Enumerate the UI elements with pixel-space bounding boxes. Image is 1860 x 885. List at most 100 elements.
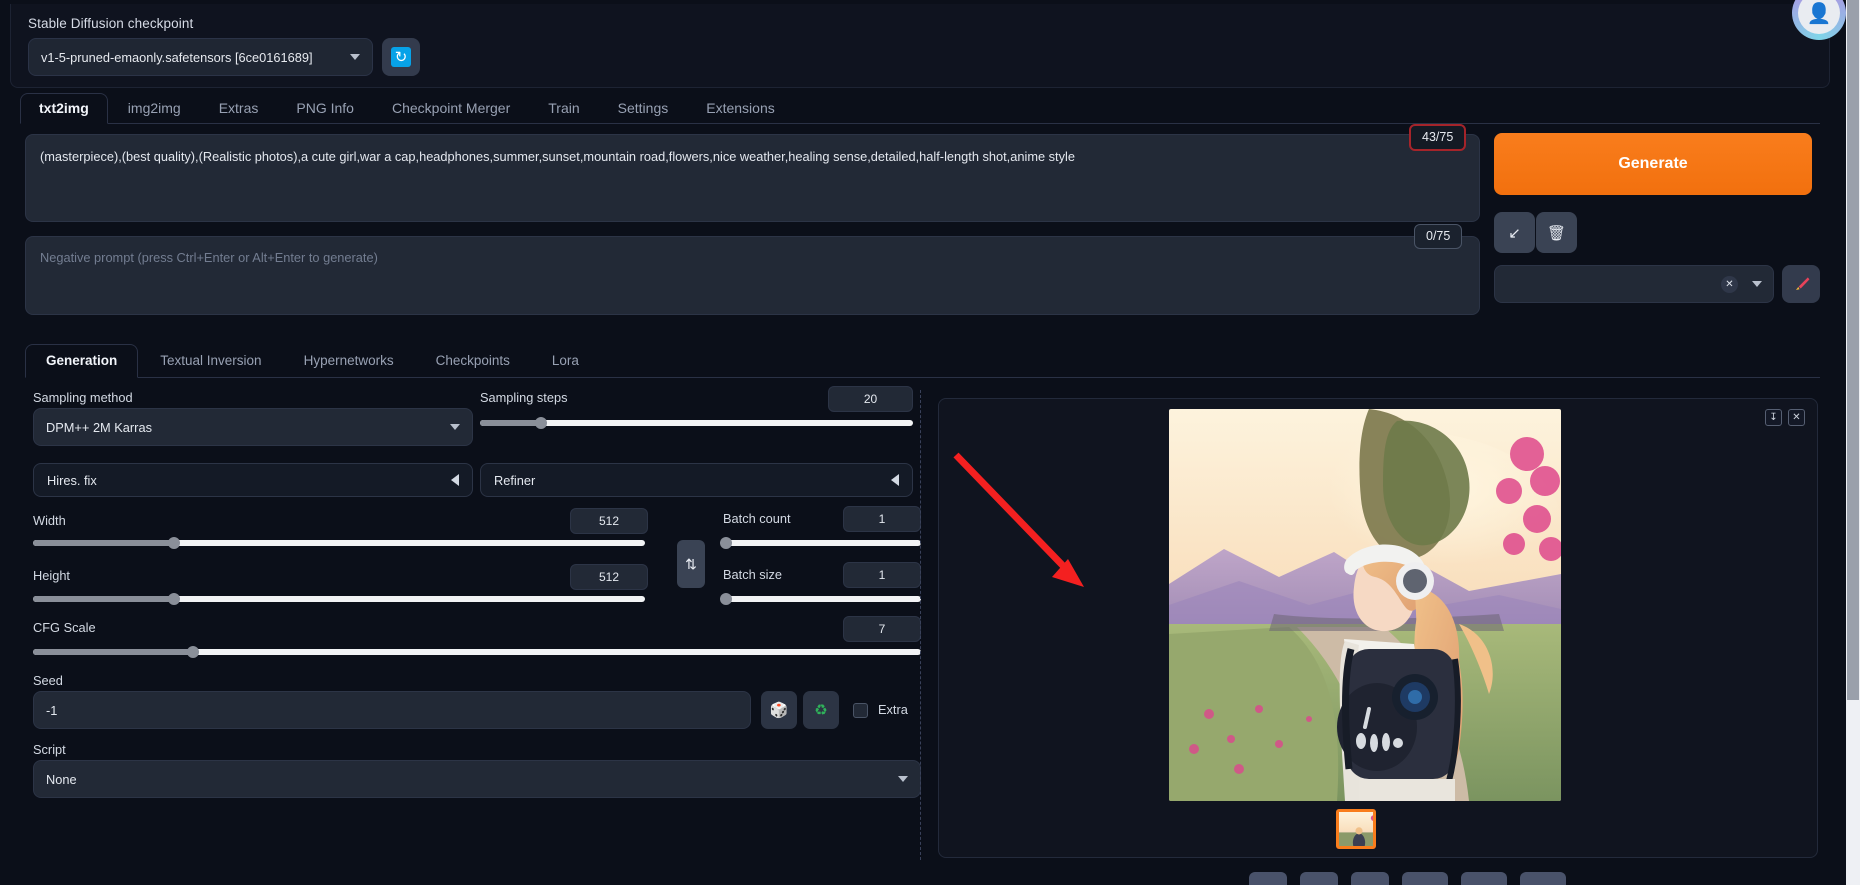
width-value[interactable]: 512: [570, 508, 648, 534]
swap-dimensions-icon: ⇅: [685, 555, 697, 572]
height-slider[interactable]: [33, 593, 645, 605]
hires-fix-label: Hires. fix: [47, 472, 97, 488]
sampling-method-select[interactable]: DPM++ 2M Karras: [33, 408, 473, 446]
styles-select[interactable]: ✕: [1494, 265, 1774, 303]
zip-button[interactable]: [1351, 872, 1389, 885]
seed-label: Seed: [33, 673, 63, 688]
tab-extensions[interactable]: Extensions: [688, 94, 792, 123]
arrow-down-left-icon: ↙: [1508, 224, 1521, 242]
tab-extras[interactable]: Extras: [201, 94, 277, 123]
negative-prompt-input[interactable]: Negative prompt (press Ctrl+Enter or Alt…: [25, 236, 1480, 315]
hires-fix-accordion[interactable]: Hires. fix: [33, 463, 473, 497]
apply-style-button[interactable]: [1782, 265, 1820, 303]
seed-input[interactable]: -1: [33, 691, 751, 729]
tab-textual-inversion[interactable]: Textual Inversion: [140, 345, 281, 378]
swap-dimensions-button[interactable]: ⇅: [677, 540, 705, 588]
extra-seed-label: Extra: [878, 702, 908, 717]
clear-prompt-button[interactable]: 🗑: [1536, 212, 1577, 253]
prompt-token-counter: 43/75: [1409, 124, 1467, 151]
tab-settings[interactable]: Settings: [600, 94, 687, 123]
chevron-down-icon: [1752, 281, 1762, 287]
paste-params-button[interactable]: ↙: [1494, 212, 1535, 253]
generated-image[interactable]: [1169, 409, 1561, 801]
batch-count-value[interactable]: 1: [843, 506, 921, 532]
dice-icon: 🎲: [769, 702, 789, 719]
tab-lora[interactable]: Lora: [532, 345, 599, 378]
batch-size-slider[interactable]: [720, 593, 921, 605]
tab-txt2img[interactable]: txt2img: [20, 93, 108, 124]
chevron-down-icon: [898, 776, 908, 782]
tab-png-info[interactable]: PNG Info: [278, 94, 372, 123]
download-icon: ↧: [1769, 412, 1778, 423]
page-scrollbar[interactable]: [1846, 0, 1860, 885]
stable-diffusion-webui: Stable Diffusion checkpoint v1-5-pruned-…: [0, 0, 1860, 885]
sampling-steps-label: Sampling steps: [480, 390, 568, 405]
checkpoint-value: v1-5-pruned-emaonly.safetensors [6ce0161…: [41, 49, 313, 65]
batch-size-label: Batch size: [723, 567, 783, 582]
close-circle-icon[interactable]: ✕: [1721, 275, 1738, 293]
styles-row: ✕: [1494, 265, 1774, 303]
recycle-icon: ♻: [814, 702, 828, 719]
batch-count-label: Batch count: [723, 511, 791, 526]
tab-generation[interactable]: Generation: [25, 343, 139, 378]
tab-checkpoints[interactable]: Checkpoints: [416, 345, 530, 378]
random-seed-button[interactable]: 🎲: [761, 691, 797, 729]
close-icon: ✕: [1792, 412, 1801, 423]
send-to-inpaint-button[interactable]: [1461, 872, 1507, 885]
extra-seed-checkbox[interactable]: [853, 703, 868, 718]
script-label: Script: [33, 742, 66, 757]
sampling-steps-value[interactable]: 20: [828, 386, 913, 412]
height-label: Height: [33, 568, 70, 583]
script-value: None: [46, 771, 77, 787]
batch-count-slider[interactable]: [720, 537, 921, 549]
cfg-scale-slider[interactable]: [33, 646, 921, 658]
result-toolbar: ↧ ✕: [1765, 409, 1805, 426]
gallery-action-buttons: [1249, 872, 1566, 885]
tab-hypernetworks[interactable]: Hypernetworks: [284, 345, 414, 378]
refresh-icon: ↻: [391, 47, 411, 67]
sampling-method-value: DPM++ 2M Karras: [46, 419, 152, 435]
generation-settings: Sampling method DPM++ 2M Karras Sampling…: [25, 386, 925, 885]
result-panel: ↧ ✕: [938, 398, 1818, 858]
reuse-seed-button[interactable]: ♻: [803, 691, 839, 729]
generate-button[interactable]: Generate: [1494, 133, 1812, 195]
gallery-thumbnail[interactable]: [1336, 809, 1376, 849]
save-button[interactable]: [1300, 872, 1338, 885]
tab-train[interactable]: Train: [530, 94, 597, 123]
tab-img2img[interactable]: img2img: [110, 94, 199, 123]
sampling-method-label: Sampling method: [33, 390, 133, 405]
checkpoint-select[interactable]: v1-5-pruned-emaonly.safetensors [6ce0161…: [28, 38, 373, 76]
scrollbar-thumb[interactable]: [1847, 0, 1859, 700]
negative-prompt-token-counter: 0/75: [1414, 224, 1463, 249]
close-image-button[interactable]: ✕: [1788, 409, 1805, 426]
trash-icon: 🗑: [1546, 224, 1567, 242]
checkpoint-label: Stable Diffusion checkpoint: [28, 16, 194, 31]
cfg-scale-label: CFG Scale: [33, 620, 96, 635]
sampling-steps-slider[interactable]: [480, 417, 913, 429]
generated-image-art: [1169, 409, 1561, 801]
prompt-container: (masterpiece),(best quality),(Realistic …: [25, 134, 1480, 222]
tab-checkpoint-merger[interactable]: Checkpoint Merger: [374, 94, 528, 123]
refiner-accordion[interactable]: Refiner: [480, 463, 913, 497]
prompt-input[interactable]: (masterpiece),(best quality),(Realistic …: [25, 134, 1480, 222]
chevron-down-icon: [450, 424, 460, 430]
batch-size-value[interactable]: 1: [843, 562, 921, 588]
download-image-button[interactable]: ↧: [1765, 409, 1782, 426]
paintbrush-icon: [1795, 276, 1809, 290]
refiner-label: Refiner: [494, 472, 536, 488]
panel-divider: [920, 390, 921, 860]
refresh-checkpoint-button[interactable]: ↻: [382, 38, 420, 76]
chevron-down-icon: [350, 54, 360, 60]
height-value[interactable]: 512: [570, 564, 648, 590]
script-select[interactable]: None: [33, 760, 921, 798]
open-folder-button[interactable]: [1249, 872, 1287, 885]
send-to-img2img-button[interactable]: [1402, 872, 1448, 885]
avatar-image: 👤: [1798, 0, 1840, 34]
send-to-extras-button[interactable]: [1520, 872, 1566, 885]
cfg-scale-value[interactable]: 7: [843, 616, 921, 642]
width-label: Width: [33, 513, 66, 528]
thumbnail-art: [1339, 812, 1373, 846]
expand-icon: [891, 474, 899, 486]
width-slider[interactable]: [33, 537, 645, 549]
checkpoint-bar: Stable Diffusion checkpoint v1-5-pruned-…: [10, 4, 1830, 88]
